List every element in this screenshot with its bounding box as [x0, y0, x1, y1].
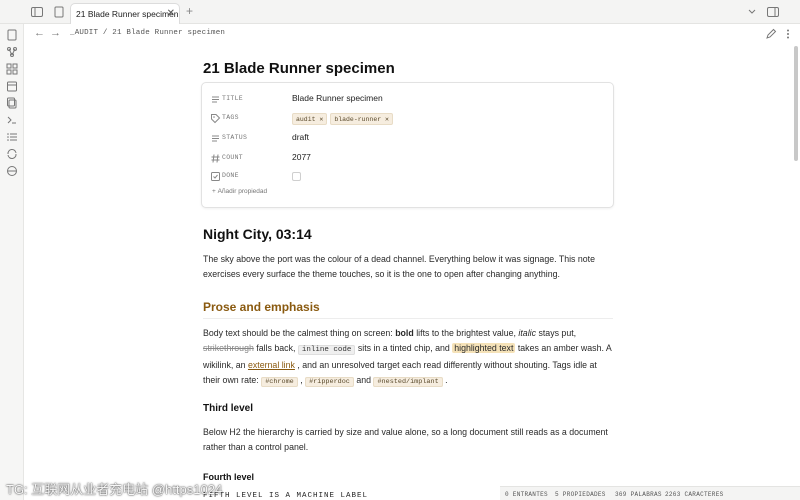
property-key: COUNT [222, 154, 244, 161]
intro-paragraph: The sky above the port was the colour of… [203, 254, 596, 279]
sidebar-toggle-icon[interactable] [30, 5, 44, 19]
text-run: falls back, [253, 343, 298, 353]
property-status[interactable]: STATUS draft [210, 132, 605, 146]
view-header: ← → _AUDIT / 21 Blade Runner specimen [24, 24, 800, 46]
property-tags[interactable]: TAGS audit ✕ blade-runner ✕ [210, 112, 605, 126]
status-characters: 2263 CARACTERES [665, 491, 724, 498]
file-icon[interactable] [52, 5, 66, 19]
property-key: TAGS [222, 114, 239, 121]
tab-title: 21 Blade Runner specimen [76, 9, 179, 19]
prose-paragraph: Body text should be the calmest thing on… [203, 326, 613, 390]
heading-divider [203, 318, 613, 319]
new-tab-button[interactable]: + [186, 4, 193, 18]
strikethrough-text: strikethrough [203, 343, 254, 353]
italic-text: italic [518, 328, 537, 338]
hash-icon [211, 154, 220, 163]
checklist-icon[interactable] [6, 131, 18, 143]
watermark-text: TG: 互联网从业者充电站 @https1024 [6, 482, 223, 497]
property-value: audit ✕ blade-runner ✕ [292, 113, 396, 125]
text-run: lifts to the brightest value, [413, 328, 519, 338]
add-property-label: Añadir propiedad [217, 188, 268, 195]
inline-code: inline code [297, 345, 356, 355]
property-key: DONE [222, 172, 239, 179]
property-value[interactable]: 2077 [292, 152, 311, 162]
status-links[interactable]: 0 ENTRANTES [505, 491, 548, 498]
sync-icon[interactable] [6, 148, 18, 160]
files-icon[interactable] [6, 29, 18, 41]
tag-chrome[interactable]: #chrome [261, 377, 298, 387]
text-run: and [353, 375, 374, 385]
tag-chip[interactable]: audit ✕ [292, 113, 328, 125]
checkbox-icon [211, 172, 220, 181]
close-tab-icon[interactable]: ✕ [167, 4, 175, 24]
property-title[interactable]: TITLE Blade Runner specimen [210, 93, 605, 107]
back-button[interactable]: ← [34, 27, 45, 39]
text-run: stays put, [536, 328, 577, 338]
heading-1: Night City, 03:14 [203, 226, 312, 242]
list-icon [212, 96, 219, 103]
properties-panel: TITLE Blade Runner specimen TAGS audit ✕… [201, 82, 614, 208]
heading-2: Prose and emphasis [203, 300, 320, 314]
canvas-icon[interactable] [6, 63, 18, 75]
h3-paragraph: Below H2 the hierarchy is carried by siz… [203, 427, 608, 452]
scrollbar-thumb[interactable] [794, 46, 798, 161]
chevron-down-icon[interactable] [745, 5, 759, 19]
sidebar-right-toggle-icon[interactable] [766, 5, 780, 19]
status-words: 369 PALABRAS [615, 491, 662, 498]
left-ribbon [0, 24, 24, 500]
more-options-icon[interactable] [782, 28, 794, 40]
property-done[interactable]: DONE [210, 170, 605, 184]
text-run: sits in a tinted chip, and [355, 343, 453, 353]
copy-icon[interactable] [6, 97, 18, 109]
property-value[interactable]: draft [292, 132, 309, 142]
tab-active[interactable]: 21 Blade Runner specimen ✕ [70, 3, 180, 24]
status-bar: 0 ENTRANTES 5 PROPIEDADES 369 PALABRAS 2… [500, 486, 800, 500]
tag-nested-implant[interactable]: #nested/implant [373, 377, 443, 387]
list-icon [212, 135, 219, 142]
publish-icon[interactable] [6, 165, 18, 177]
terminal-icon[interactable] [6, 114, 18, 126]
text-run: , [297, 375, 306, 385]
title-bar: 21 Blade Runner specimen ✕ + [0, 0, 800, 24]
graph-icon[interactable] [6, 46, 18, 58]
edit-icon[interactable] [765, 28, 777, 40]
property-value[interactable]: Blade Runner specimen [292, 93, 383, 103]
property-key: STATUS [222, 134, 248, 141]
heading-3: Third level [203, 403, 254, 414]
add-property-button[interactable]: + Añadir propiedad [212, 188, 267, 195]
heading-5: FIFTH LEVEL IS A MACHINE LABEL [203, 492, 369, 500]
text-run: . [442, 375, 448, 385]
property-key: TITLE [222, 95, 244, 102]
forward-button[interactable]: → [50, 27, 61, 39]
calendar-icon[interactable] [6, 80, 18, 92]
bold-text: bold [395, 328, 414, 338]
status-properties[interactable]: 5 PROPIEDADES [555, 491, 606, 498]
tag-chip[interactable]: blade-runner ✕ [330, 113, 393, 125]
property-count[interactable]: COUNT 2077 [210, 152, 605, 166]
external-link[interactable]: external link [248, 360, 295, 370]
highlighted-text: highlighted text [452, 343, 516, 353]
text-run: Body text should be the calmest thing on… [203, 328, 396, 338]
done-checkbox[interactable] [292, 172, 301, 181]
tag-icon [211, 114, 221, 124]
breadcrumb[interactable]: _AUDIT / 21 Blade Runner specimen [70, 29, 225, 37]
page-title[interactable]: 21 Blade Runner specimen [203, 60, 395, 77]
tag-ripperdoc[interactable]: #ripperdoc [305, 377, 354, 387]
